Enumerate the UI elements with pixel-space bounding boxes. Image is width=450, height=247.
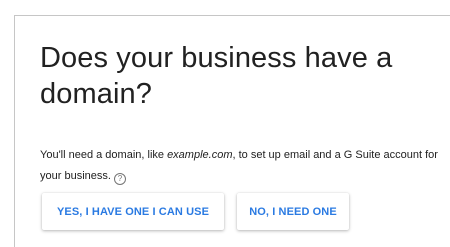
- no-need-domain-button[interactable]: NO, I NEED ONE: [237, 193, 349, 230]
- description-part1: You'll need a domain, like: [40, 149, 168, 161]
- page: Does your business have a domain? You'll…: [0, 0, 450, 247]
- example-domain-text: example.com: [167, 149, 233, 161]
- page-title: Does your business have a domain?: [40, 42, 393, 110]
- yes-have-domain-button[interactable]: YES, I HAVE ONE I CAN USE: [42, 193, 224, 230]
- help-icon[interactable]: ?: [113, 173, 126, 185]
- description-text: You'll need a domain, like example.com, …: [40, 145, 440, 187]
